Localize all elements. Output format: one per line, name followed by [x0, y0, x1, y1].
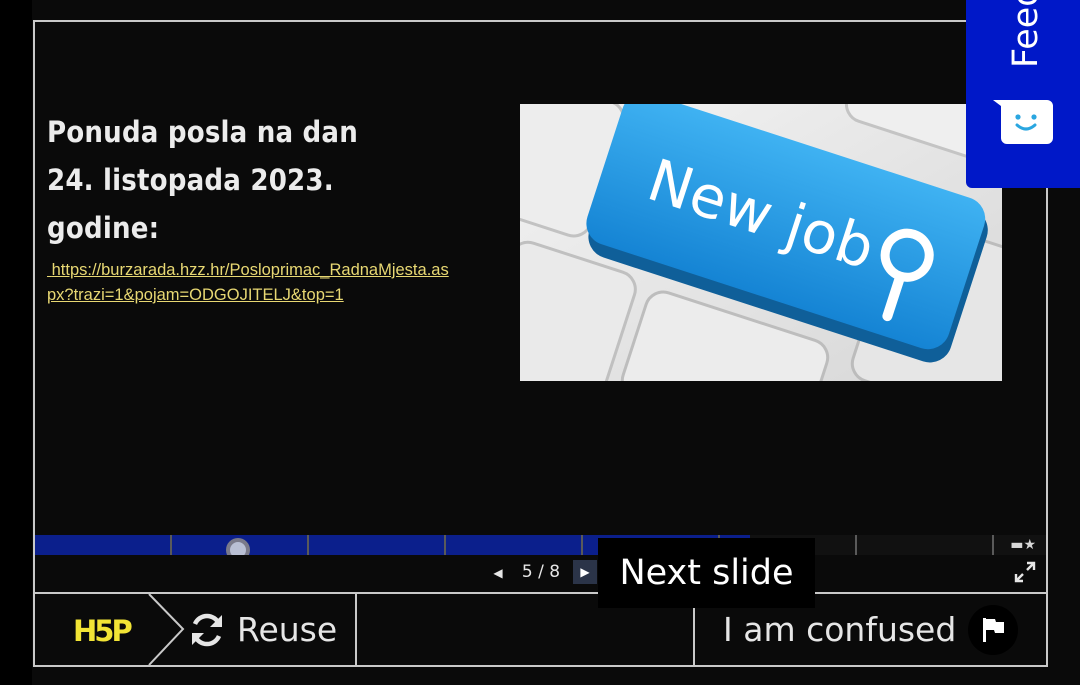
caret-right-icon[interactable]: ▶ [573, 560, 597, 584]
footer-separator-left [355, 594, 357, 665]
progress-tick[interactable] [992, 535, 994, 555]
progress-tick[interactable] [855, 535, 857, 555]
refresh-icon [192, 613, 222, 647]
caret-left-icon[interactable]: ◀ [490, 563, 506, 583]
summary-star-icon[interactable]: ▬★ [1010, 537, 1036, 553]
progress-tick[interactable] [307, 535, 309, 555]
reuse-label: Reuse [237, 610, 338, 649]
next-slide-tooltip: Next slide [598, 538, 815, 608]
progress-tick[interactable] [444, 535, 446, 555]
flag-icon [983, 618, 1004, 642]
new-job-keyboard-image: New job [520, 104, 1002, 381]
footer-chevron-divider [148, 594, 185, 665]
fullscreen-icon[interactable] [1014, 561, 1036, 583]
slide-content: Ponuda posla na dan 24. listopada 2023. … [35, 22, 1046, 535]
slide-progress-bar[interactable]: ▬★ [35, 535, 1046, 562]
progress-tick[interactable] [581, 535, 583, 555]
slide-counter: 5 / 8 [521, 562, 561, 582]
feedback-label: Feedback [1006, 0, 1046, 68]
job-listing-link[interactable]: https://burzarada.hzz.hr/Posloprimac_Rad… [47, 258, 452, 308]
left-edge-strip [0, 0, 32, 685]
flag-button[interactable] [968, 605, 1018, 655]
footer-bar: H5P Reuse I am confused [35, 594, 1046, 665]
progress-tick[interactable] [170, 535, 172, 555]
slide-title: Ponuda posla na dan 24. listopada 2023. … [47, 115, 358, 245]
h5p-logo-text: H5P [73, 614, 132, 648]
smiley-face-icon[interactable] [993, 100, 1053, 144]
h5p-logo[interactable]: H5P [73, 612, 135, 648]
reuse-button[interactable]: Reuse [185, 594, 355, 665]
navigation-bar: ◀ 5 / 8 ▶ [35, 555, 1046, 592]
